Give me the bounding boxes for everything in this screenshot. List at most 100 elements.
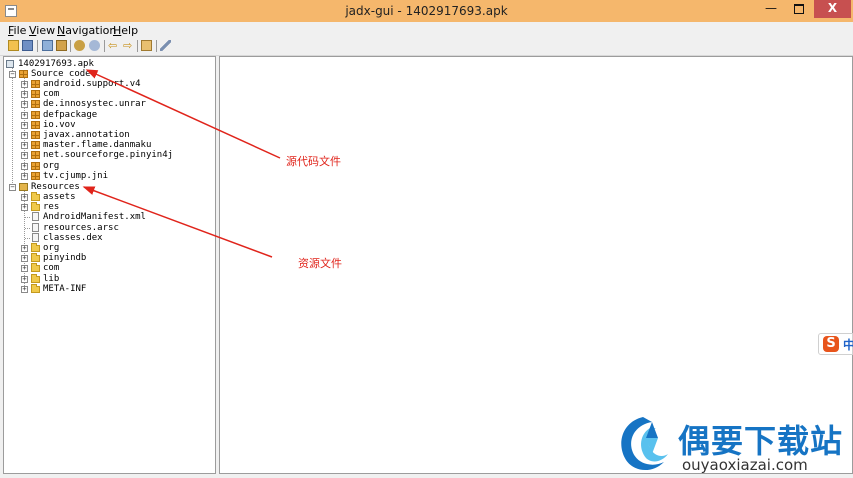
folder-icon xyxy=(31,243,40,252)
tree-package[interactable]: + android.support.v4 xyxy=(4,79,214,89)
forward-icon[interactable]: ⇨ xyxy=(123,40,134,51)
menu-navigation[interactable]: Navigation xyxy=(57,24,116,37)
tree-package[interactable]: + net.sourceforge.pinyin4j xyxy=(4,150,214,160)
expand-icon[interactable]: + xyxy=(21,194,28,201)
file-icon xyxy=(32,212,39,222)
tree-package[interactable]: + de.innosystec.unrar xyxy=(4,99,214,109)
toolbar-separator xyxy=(137,40,138,52)
menu-view[interactable]: View xyxy=(29,24,55,37)
tree-resource-file[interactable]: classes.dex xyxy=(4,232,214,243)
ime-language-label: 中 xyxy=(843,338,853,352)
expand-icon[interactable]: + xyxy=(21,101,28,109)
package-icon xyxy=(31,171,40,180)
folder-icon xyxy=(31,202,40,212)
source-folder-icon xyxy=(19,70,28,78)
tree-package[interactable]: + org xyxy=(4,161,214,171)
expand-icon[interactable]: + xyxy=(21,285,28,293)
tree-resource-folder[interactable]: + pinyindb xyxy=(4,253,214,263)
file-icon xyxy=(32,232,39,242)
folder-icon xyxy=(31,253,40,263)
tree-guide xyxy=(25,227,30,230)
tree-resource-folder[interactable]: + com xyxy=(4,263,214,273)
log-icon[interactable] xyxy=(141,40,152,51)
expand-icon[interactable]: + xyxy=(21,111,28,119)
sync-tree-icon[interactable] xyxy=(42,40,53,51)
tree-resources[interactable]: − Resources xyxy=(4,182,214,192)
expand-icon[interactable]: + xyxy=(21,255,28,263)
expand-icon[interactable]: + xyxy=(21,81,28,88)
expand-icon[interactable]: + xyxy=(21,162,28,170)
folder-icon xyxy=(31,283,40,293)
close-button[interactable]: X xyxy=(814,0,851,18)
tree-package[interactable]: + tv.cjump.jni xyxy=(4,171,214,181)
tree-package[interactable]: + com xyxy=(4,89,214,99)
tree-resource-file[interactable]: AndroidManifest.xml xyxy=(4,212,214,222)
file-icon xyxy=(32,222,39,232)
back-icon[interactable]: ⇦ xyxy=(108,40,119,51)
tree-package[interactable]: + io.vov xyxy=(4,120,214,130)
folder-icon xyxy=(31,192,40,201)
package-icon xyxy=(31,80,40,88)
toolbar: ⇦ ⇨ xyxy=(0,38,853,56)
expand-icon[interactable]: + xyxy=(21,245,28,252)
ime-status-badge[interactable]: S 中 xyxy=(818,333,853,355)
open-file-icon[interactable] xyxy=(8,40,19,51)
tree-guide xyxy=(25,217,30,219)
search-text-icon[interactable] xyxy=(74,40,85,51)
package-icon xyxy=(31,161,40,170)
expand-icon[interactable]: + xyxy=(21,275,28,283)
window-title: jadx-gui - 1402917693.apk xyxy=(345,4,508,18)
flatten-packages-icon[interactable] xyxy=(56,40,67,51)
resources-folder-icon xyxy=(19,183,28,191)
tree-root[interactable]: 1402917693.apk xyxy=(4,59,214,69)
tree-resource-folder[interactable]: + lib xyxy=(4,273,214,284)
package-icon xyxy=(31,110,40,119)
tree-package[interactable]: + master.flame.danmaku xyxy=(4,140,214,150)
expand-icon[interactable]: + xyxy=(21,132,28,139)
expand-icon[interactable]: + xyxy=(21,142,28,150)
preferences-icon[interactable] xyxy=(160,40,171,51)
toolbar-separator xyxy=(156,40,157,52)
minimize-button[interactable]: — xyxy=(758,0,784,18)
folder-icon xyxy=(31,273,40,283)
package-icon xyxy=(31,131,40,139)
tree-resource-folder[interactable]: + META-INF xyxy=(4,283,214,294)
save-all-icon[interactable] xyxy=(22,40,33,51)
package-icon xyxy=(31,90,40,99)
tree-guide xyxy=(25,237,30,240)
tree-resource-file[interactable]: resources.arsc xyxy=(4,222,214,233)
package-icon xyxy=(31,151,40,160)
tree-package[interactable]: + javax.annotation xyxy=(4,130,214,140)
package-icon xyxy=(31,100,40,109)
package-icon xyxy=(31,141,40,150)
expand-icon[interactable]: + xyxy=(21,121,28,129)
annotation-resources: 资源文件 xyxy=(298,257,342,270)
tree-package[interactable]: + defpackage xyxy=(4,110,214,120)
search-class-icon[interactable] xyxy=(89,40,100,51)
menu-bar: File View Navigation Help xyxy=(0,22,853,38)
collapse-icon[interactable]: − xyxy=(9,71,16,78)
apk-icon xyxy=(6,60,14,68)
package-icon xyxy=(31,120,40,129)
expand-icon[interactable]: + xyxy=(21,152,28,160)
tree-source-code[interactable]: − Source code xyxy=(4,69,214,79)
expand-icon[interactable]: + xyxy=(21,204,28,212)
file-tree-panel[interactable]: 1402917693.apk − Source code + android.su… xyxy=(3,56,216,474)
annotation-source-code: 源代码文件 xyxy=(286,155,341,168)
expand-icon[interactable]: + xyxy=(21,91,28,99)
maximize-button[interactable] xyxy=(786,0,812,18)
menu-help[interactable]: Help xyxy=(113,24,138,37)
tree-resource-folder[interactable]: + assets xyxy=(4,192,214,202)
toolbar-separator xyxy=(104,40,105,52)
toolbar-separator xyxy=(37,40,38,52)
watermark-logo-icon xyxy=(621,417,668,471)
expand-icon[interactable]: + xyxy=(21,172,28,180)
tree-resource-folder[interactable]: + res xyxy=(4,202,214,212)
collapse-icon[interactable]: − xyxy=(9,184,16,191)
expand-icon[interactable]: + xyxy=(21,265,28,273)
menu-file[interactable]: File xyxy=(8,24,26,37)
site-watermark: 偶要下载站 ouyaoxiazai.com xyxy=(610,412,853,478)
folder-icon xyxy=(31,263,40,273)
jadx-gui-window: jadx-gui - 1402917693.apk — X File View … xyxy=(0,0,853,478)
tree-resource-folder[interactable]: + org xyxy=(4,243,214,253)
